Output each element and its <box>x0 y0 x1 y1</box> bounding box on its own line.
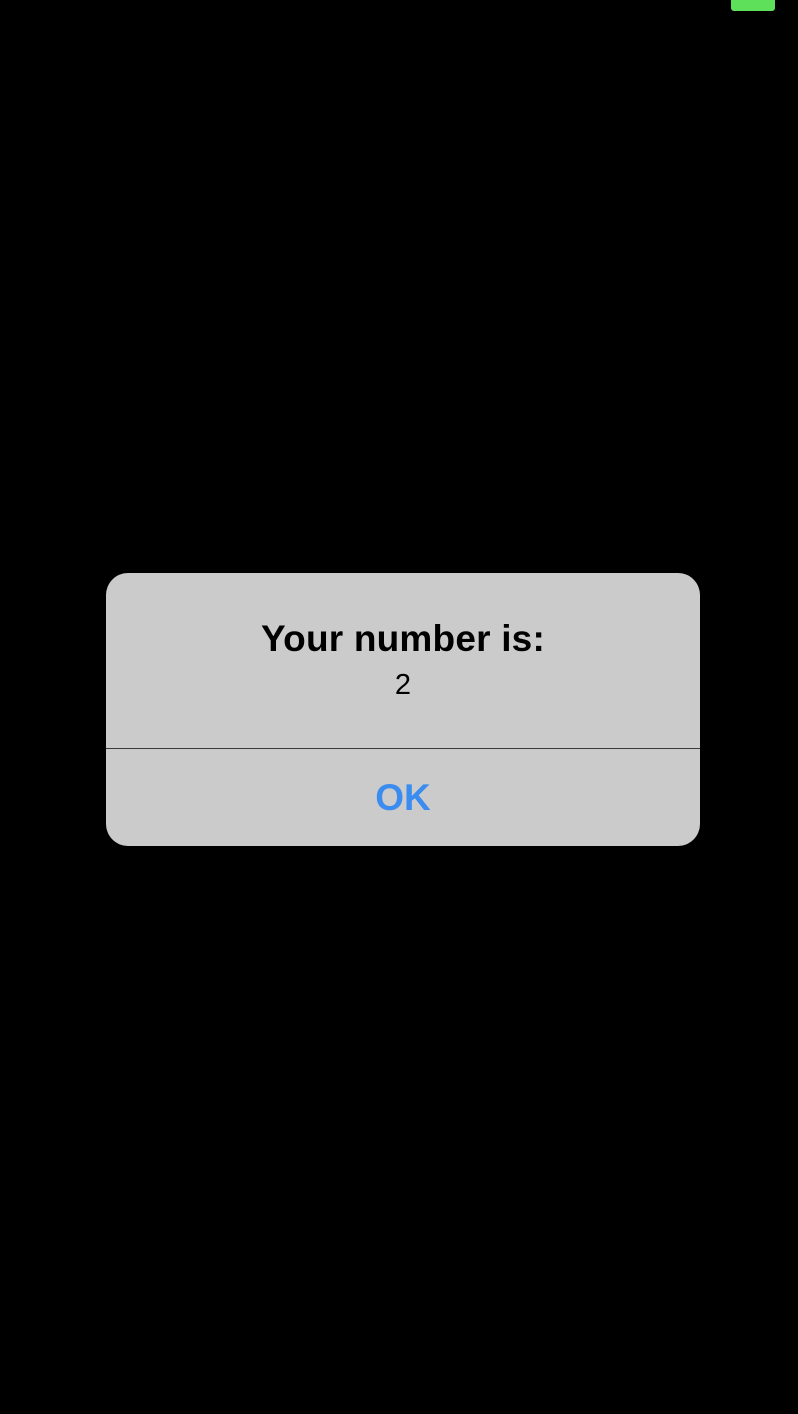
alert-message: 2 <box>394 669 412 701</box>
alert-body: Your number is: 2 <box>106 573 700 748</box>
battery-indicator <box>731 0 775 11</box>
alert-title: Your number is: <box>261 618 545 659</box>
app-screen: Your number is: 2 OK <box>0 0 798 1414</box>
ok-button[interactable]: OK <box>106 749 700 846</box>
alert-dialog: Your number is: 2 OK <box>106 573 700 846</box>
